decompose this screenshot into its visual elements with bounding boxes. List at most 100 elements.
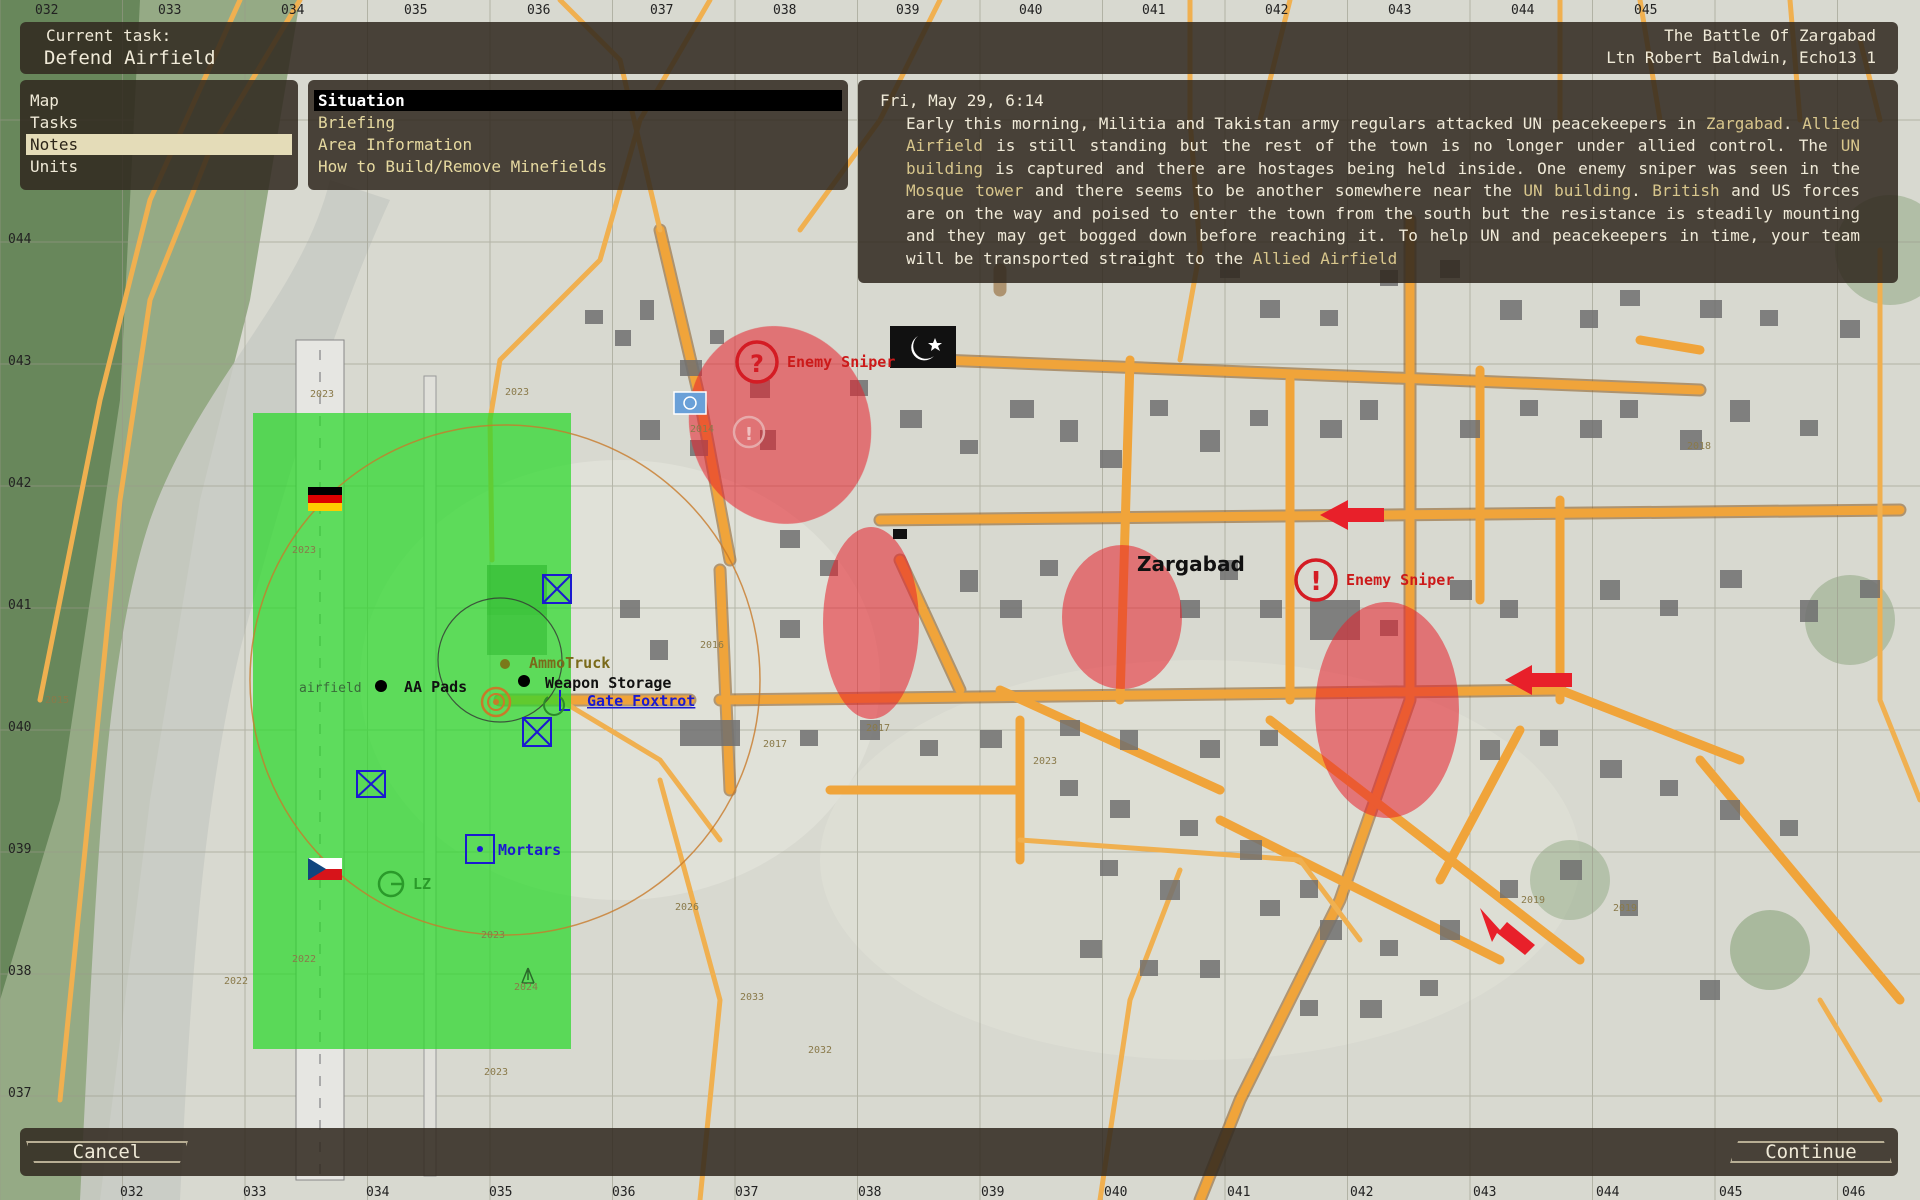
grid-label-left: 038 [8, 964, 31, 979]
menu-item-tasks[interactable]: Tasks [26, 112, 292, 133]
grid-label-bottom: 046 [1842, 1185, 1865, 1200]
menu-item-units[interactable]: Units [26, 156, 292, 177]
grid-label-top: 033 [158, 3, 181, 18]
grid-label-top: 032 [35, 3, 58, 18]
elevation-label: 2019 [1613, 903, 1637, 914]
elevation-label: 2023 [505, 387, 529, 398]
grid-label-top: 037 [650, 3, 673, 18]
elevation-label: 2016 [700, 640, 724, 651]
grid-label-top: 038 [773, 3, 796, 18]
grid-label-top: 043 [1388, 3, 1411, 18]
grid-label-left: 043 [8, 354, 31, 369]
elevation-label: 2026 [675, 902, 699, 913]
sniper-label-2: Enemy Sniper [1346, 571, 1454, 589]
grid-label-bottom: 036 [612, 1185, 635, 1200]
notes-item-briefing[interactable]: Briefing [314, 112, 842, 133]
grid-label-bottom: 041 [1227, 1185, 1250, 1200]
weapon-storage-label: Weapon Storage [545, 674, 671, 692]
grid-label-left: 042 [8, 476, 31, 491]
ammo-truck-label: AmmoTruck [529, 654, 610, 672]
grid-label-top: 036 [527, 3, 550, 18]
grid-label-left: 041 [8, 598, 31, 613]
header-bar: Current task: Defend Airfield The Battle… [20, 22, 1898, 74]
briefing-text-segment: . [1782, 113, 1803, 133]
elevation-label: 2033 [740, 992, 764, 1003]
notes-item-area-information[interactable]: Area Information [314, 134, 842, 155]
grid-label-top: 040 [1019, 3, 1042, 18]
marker-link-british[interactable]: British [1652, 181, 1719, 200]
grid-label-left: 040 [8, 720, 31, 735]
briefing-datetime: Fri, May 29, 6:14 [880, 91, 1044, 110]
grid-label-bottom: 033 [243, 1185, 266, 1200]
grid-label-bottom: 040 [1104, 1185, 1127, 1200]
grid-label-bottom: 038 [858, 1185, 881, 1200]
elevation-label: 2022 [292, 954, 316, 965]
svg-text:!: ! [745, 424, 753, 445]
grid-label-top: 045 [1634, 3, 1657, 18]
elevation-label: 2023 [481, 930, 505, 941]
grid-label-bottom: 039 [981, 1185, 1004, 1200]
cancel-button[interactable]: Cancel [26, 1141, 188, 1163]
footer-bar: Cancel Continue [20, 1128, 1898, 1176]
grid-label-bottom: 032 [120, 1185, 143, 1200]
grid-label-bottom: 037 [735, 1185, 758, 1200]
briefing-body: Early this morning, Militia and Takistan… [880, 113, 1860, 271]
grid-label-top: 035 [404, 3, 427, 18]
marker-link-allied-airfield[interactable]: Allied Airfield [1253, 249, 1398, 268]
grid-label-left: 037 [8, 1086, 31, 1101]
lz-label: LZ [413, 875, 431, 893]
grid-label-top: 034 [281, 3, 305, 18]
grid-label-bottom: 042 [1350, 1185, 1373, 1200]
marker-link-un-building[interactable]: UN building [1523, 181, 1631, 200]
briefing-text-segment: . [1631, 181, 1653, 200]
mortars-label: Mortars [498, 841, 561, 859]
town-label: Zargabad [1137, 552, 1245, 576]
grid-label-top: 039 [896, 3, 919, 18]
elevation-label: 2023 [292, 545, 316, 556]
grid-label-bottom: 034 [366, 1185, 390, 1200]
notes-menu: Situation Briefing Area Information How to … [308, 80, 848, 190]
briefing-text-segment: Early this morning, Militia and Takistan… [906, 113, 1706, 133]
current-task-caption: Current task: [46, 26, 172, 45]
elevation-label: 2023 [310, 389, 334, 400]
briefing-text-segment: is still standing but the rest of the to… [983, 136, 1841, 155]
briefing-text-segment: is captured and there are hostages being… [983, 158, 1860, 178]
elevation-label: 2019 [1521, 895, 1545, 906]
sniper-label-1: Enemy Sniper [787, 353, 895, 371]
notes-item-how-to-build-remove-minefields[interactable]: How to Build/Remove Minefields [314, 156, 842, 177]
marker-link-mosque-tower[interactable]: Mosque tower [906, 181, 1023, 200]
elevation-label: 2023 [484, 1067, 508, 1078]
svg-text:?: ? [750, 350, 764, 378]
briefing-text: Fri, May 29, 6:14 Early this morning, Mi… [880, 90, 1860, 270]
grid-label-bottom: 035 [489, 1185, 512, 1200]
elevation-label: 2014 [690, 424, 714, 435]
notes-item-situation[interactable]: Situation [314, 90, 842, 111]
grid-label-top: 041 [1142, 3, 1165, 18]
elevation-label: 2018 [1687, 441, 1711, 452]
grid-label-top: 044 [1511, 3, 1535, 18]
elevation-label: 2024 [514, 982, 538, 993]
briefing-panel: Fri, May 29, 6:14 Early this morning, Mi… [858, 80, 1898, 283]
menu-item-notes[interactable]: Notes [26, 134, 292, 155]
un-flag-icon [673, 391, 707, 415]
svg-text:!: ! [1310, 567, 1322, 597]
mosque-marker [890, 326, 956, 368]
cancel-button-frame [26, 1141, 188, 1163]
grid-label-left: 039 [8, 842, 31, 857]
grid-label-bottom: 043 [1473, 1185, 1496, 1200]
gate-foxtrot-label: Gate Foxtrot [587, 692, 695, 710]
marker-link-zargabad[interactable]: Zargabad [1706, 114, 1783, 133]
aa-pads-label: AA Pads [404, 678, 467, 696]
elevation-label: 2032 [808, 1045, 832, 1056]
menu-item-map[interactable]: Map [26, 90, 292, 111]
continue-button-frame [1730, 1141, 1892, 1163]
main-menu: Map Tasks Notes Units [20, 80, 298, 190]
elevation-label: 2022 [224, 976, 248, 987]
german-flag-icon [308, 487, 342, 495]
elevation-label: 2015 [45, 695, 69, 706]
current-task-name: Defend Airfield [44, 47, 216, 69]
grid-label-bottom: 045 [1719, 1185, 1742, 1200]
grid-label-left: 044 [8, 232, 32, 247]
elevation-label: 2023 [1033, 756, 1057, 767]
continue-button[interactable]: Continue [1730, 1141, 1892, 1163]
